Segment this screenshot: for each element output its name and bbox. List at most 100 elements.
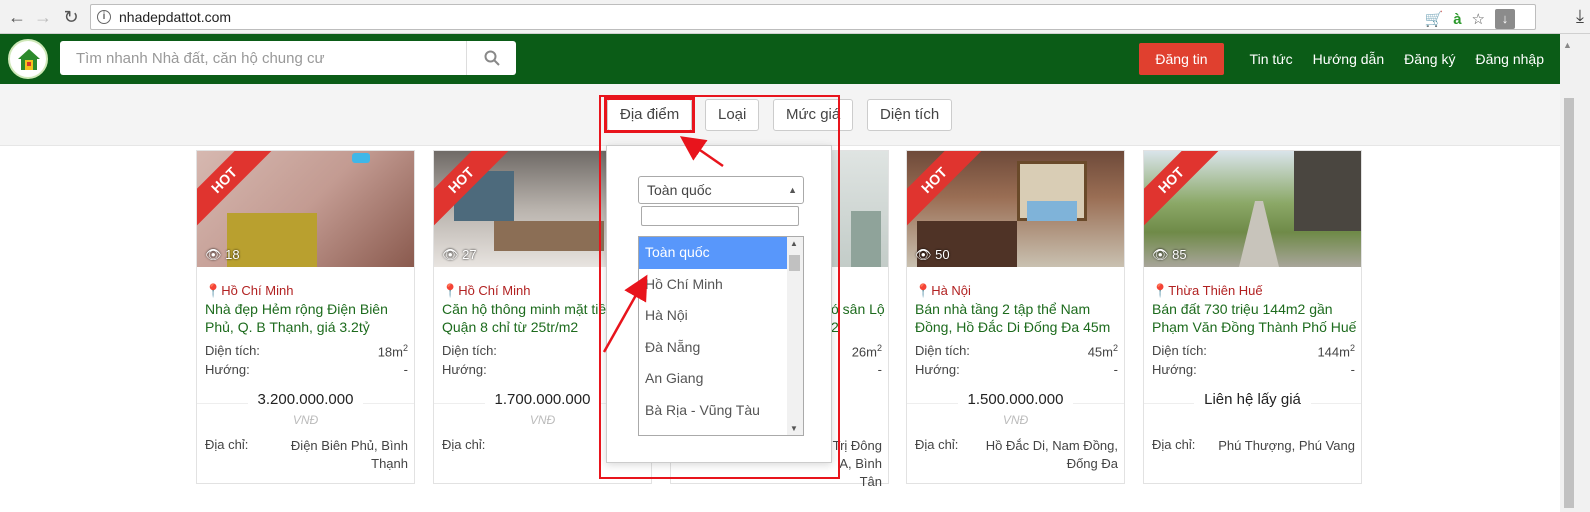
address-value: Trị Đông A, Bình Tân [832, 438, 882, 489]
eye-icon: 👁 [1152, 247, 1169, 262]
download-icon[interactable]: ⤓ [1576, 6, 1584, 27]
direction-label: Hướng: [205, 362, 250, 377]
location-dropdown-popover: Toàn quốc ▲ Toàn quốc Hồ Chí Minh Hà Nội… [606, 145, 832, 463]
selected-location: Toàn quốc [647, 182, 712, 198]
listing-location: Hà Nội [931, 283, 971, 298]
nav-news[interactable]: Tin tức [1250, 43, 1293, 75]
map-pin-icon: 📍 [915, 283, 932, 298]
location-option[interactable]: Hà Nội [639, 300, 787, 332]
currency-label: VNĐ [1002, 413, 1029, 427]
back-arrow-icon[interactable]: ← [6, 6, 28, 28]
view-count: 50 [935, 247, 950, 262]
filter-price-button[interactable]: Mức giá [773, 99, 854, 131]
address-label: Địa chỉ: [442, 437, 486, 452]
page-scrollbar[interactable]: ▲ [1560, 34, 1590, 512]
listing-price: 3.200.000.000 [247, 391, 364, 408]
location-option[interactable]: Toàn quốc [639, 237, 787, 269]
reload-icon[interactable]: ↻ [60, 6, 82, 28]
location-option[interactable]: Đà Nẵng [639, 332, 787, 364]
area-value: 18m [377, 344, 403, 360]
nav-guide[interactable]: Hướng dẫn [1313, 43, 1384, 75]
direction-label: Hướng: [442, 362, 487, 377]
direction-value: - [1350, 362, 1355, 377]
hot-badge: HOT [907, 151, 983, 229]
listing-card[interactable]: HOT 👁 50 📍Hà Nội Bán nhà tầng 2 tập thể … [906, 150, 1125, 484]
address-value: Điện Biên Phủ, Bình Thạnh [290, 438, 408, 471]
view-count: 85 [1172, 247, 1187, 262]
house-icon [18, 49, 40, 70]
area-label: Diện tích: [205, 343, 260, 358]
listing-price: Liên hệ lấy giá [1194, 391, 1311, 408]
listing-price: 1.700.000.000 [484, 391, 601, 408]
location-option[interactable]: An Giang [639, 363, 787, 395]
listing-card[interactable]: HOT 👁 85 📍Thừa Thiên Huế Bán đất 730 tri… [1143, 150, 1362, 484]
site-header: Đăng tin Tin tức Hướng dẫn Đăng ký Đăng … [0, 34, 1560, 84]
download-extension-icon[interactable]: ↓ [1495, 9, 1515, 29]
listing-location: Thừa Thiên Huế [1168, 283, 1263, 298]
listing-photo[interactable]: HOT 👁 85 [1144, 151, 1361, 267]
star-icon[interactable]: ☆ [1472, 10, 1485, 28]
listing-photo[interactable]: HOT 👁 50 [907, 151, 1124, 267]
currency-label: VNĐ [292, 413, 319, 427]
listing-photo[interactable]: HOT 👁 18 [197, 151, 414, 267]
site-logo[interactable] [8, 39, 48, 79]
address-label: Địa chỉ: [205, 437, 249, 452]
filter-area-button[interactable]: Diện tích [867, 99, 953, 131]
view-count: 18 [225, 247, 240, 262]
listing-price: 1.500.000.000 [957, 391, 1074, 408]
listing-title[interactable]: Nhà đẹp Hẻm rộng Điện Biên Phủ, Q. B Thạ… [205, 300, 410, 336]
cart-extension-icon[interactable]: 🛒 [1425, 10, 1444, 28]
post-listing-button[interactable]: Đăng tin [1139, 43, 1224, 75]
listing-card[interactable]: HOT 👁 18 📍Hồ Chí Minh Nhà đẹp Hẻm rộng Đ… [196, 150, 415, 484]
info-icon[interactable]: i [97, 10, 111, 24]
forward-arrow-icon[interactable]: → [32, 6, 54, 28]
direction-label: Hướng: [1152, 362, 1197, 377]
browser-chrome: ← → ↻ i nhadepdattot.com 🛒 à ☆ ↓ ⤓ [0, 0, 1590, 34]
address-label: Địa chỉ: [915, 437, 959, 452]
url-text: nhadepdattot.com [119, 9, 232, 25]
search-box [60, 41, 516, 75]
nav-register[interactable]: Đăng ký [1404, 43, 1455, 75]
filter-bar: Địa điểm Loại Mức giá Diện tích [0, 84, 1560, 146]
location-option[interactable]: Hồ Chí Minh [639, 269, 787, 301]
address-label: Địa chỉ: [1152, 437, 1196, 452]
listing-location: Hồ Chí Minh [221, 283, 294, 298]
view-count: 27 [462, 247, 477, 262]
address-value: Hồ Đắc Di, Nam Đồng, Đống Đa [985, 438, 1118, 471]
listing-title[interactable]: Bán nhà tầng 2 tập thể Nam Đồng, Hồ Đắc … [915, 300, 1120, 336]
search-input[interactable] [60, 41, 465, 75]
nav-login[interactable]: Đăng nhập [1475, 43, 1544, 75]
caret-up-icon: ▲ [788, 185, 797, 195]
map-pin-icon: 📍 [1152, 283, 1169, 298]
area-label: Diện tích: [915, 343, 970, 358]
filter-type-button[interactable]: Loại [705, 99, 760, 131]
location-options-list: Toàn quốc Hồ Chí Minh Hà Nội Đà Nẵng An … [638, 236, 804, 436]
hot-badge: HOT [1144, 151, 1220, 229]
area-label: Diện tích: [1152, 343, 1207, 358]
direction-label: Hướng: [915, 362, 960, 377]
map-pin-icon: 📍 [205, 283, 222, 298]
area-value: 45m [1087, 344, 1113, 360]
filter-location-button[interactable]: Địa điểm [607, 99, 693, 131]
map-pin-icon: 📍 [442, 283, 459, 298]
area-label: Diện tích: [442, 343, 497, 358]
eye-icon: 👁 [915, 247, 932, 262]
area-value: 26m [851, 344, 877, 360]
location-select[interactable]: Toàn quốc ▲ [638, 176, 804, 204]
eye-icon: 👁 [442, 247, 459, 262]
listing-location: Hồ Chí Minh [458, 283, 531, 298]
location-search-input[interactable] [641, 206, 799, 226]
address-bar[interactable]: i nhadepdattot.com 🛒 à ☆ ↓ [90, 4, 1536, 30]
location-option[interactable]: Bà Rịa - Vũng Tàu [639, 395, 787, 427]
listing-title[interactable]: ó sân Lộ 2 [831, 300, 886, 336]
listing-title[interactable]: Bán đất 730 triệu 144m2 gần Phạm Văn Đồn… [1152, 300, 1357, 336]
address-value: Phú Thượng, Phú Vang [1218, 438, 1355, 453]
direction-value: - [877, 362, 882, 377]
options-scrollbar[interactable]: ▲ ▼ [787, 237, 803, 435]
top-nav: Đăng tin Tin tức Hướng dẫn Đăng ký Đăng … [1139, 43, 1554, 75]
direction-value: - [1113, 362, 1118, 377]
direction-value: - [403, 362, 408, 377]
search-button[interactable] [466, 41, 516, 75]
eye-icon: 👁 [205, 247, 222, 262]
extension-icon[interactable]: à [1453, 11, 1461, 28]
